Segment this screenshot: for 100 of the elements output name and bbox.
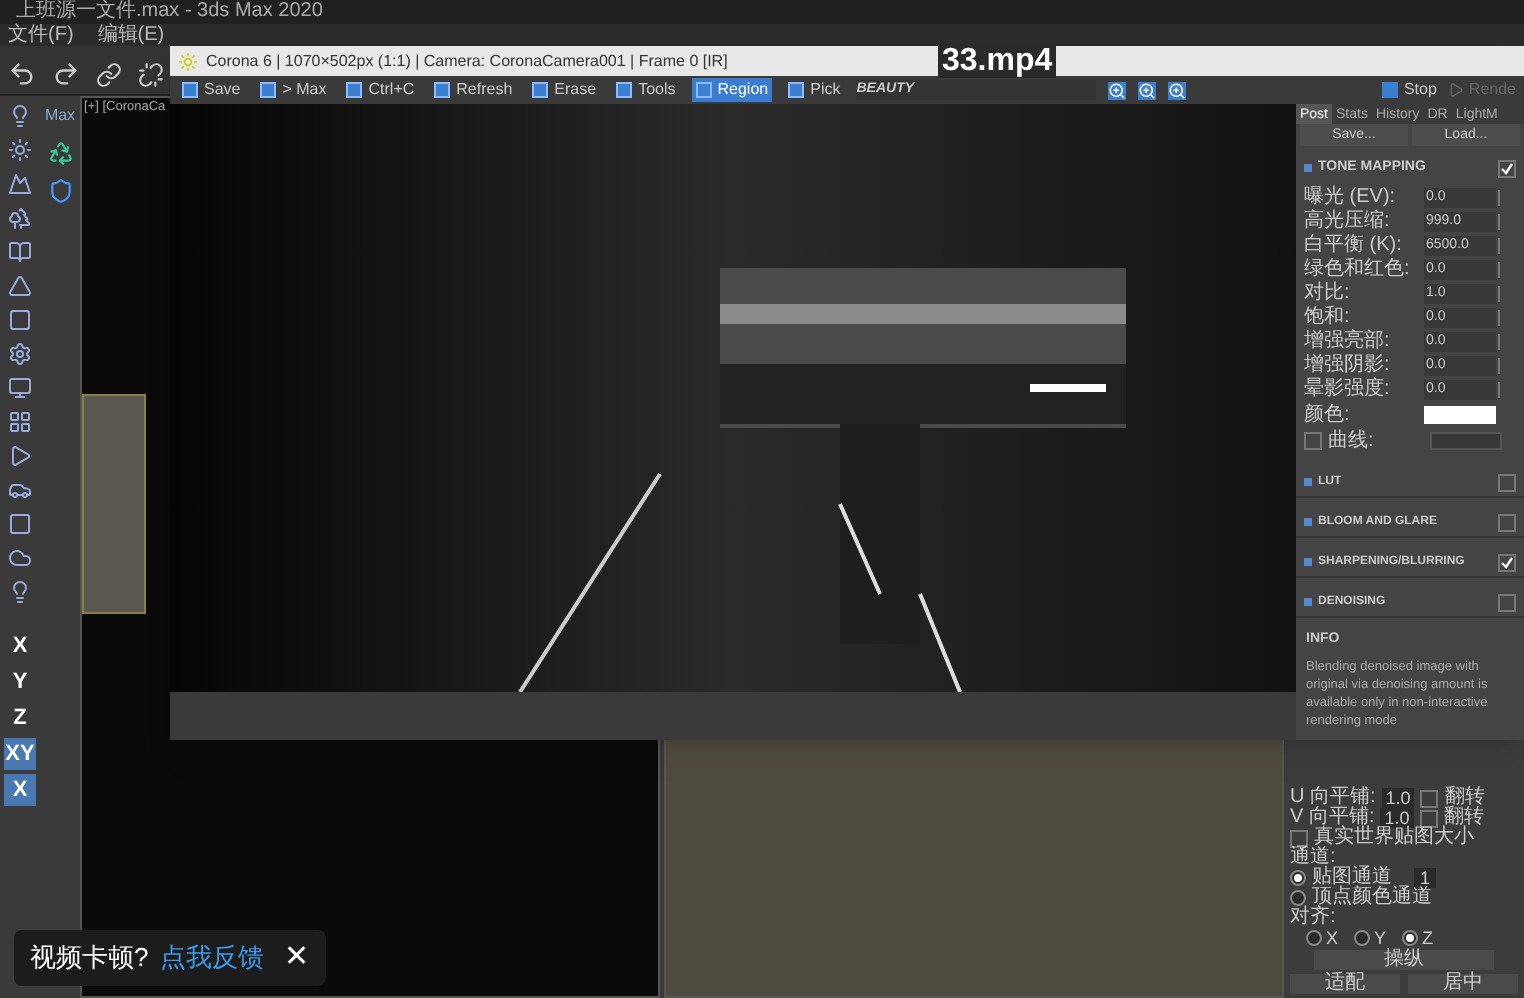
param-label: 颜色: bbox=[1304, 405, 1352, 425]
video-title: 33.mp4 bbox=[938, 46, 1057, 78]
section-marker-icon bbox=[1304, 478, 1312, 486]
zoom-icon[interactable] bbox=[1108, 81, 1127, 99]
checkbox-label: 真实世界贴图大小 bbox=[1314, 828, 1474, 848]
square-icon bbox=[346, 82, 363, 98]
axis-button[interactable]: X bbox=[4, 630, 36, 662]
grid-icon[interactable] bbox=[8, 410, 32, 434]
flip-label: 翻转 bbox=[1444, 788, 1485, 808]
param-label: 晕影强度: bbox=[1304, 380, 1392, 400]
param-label: 曝光 (EV): bbox=[1304, 188, 1398, 208]
feedback-link[interactable]: 点我反馈 bbox=[160, 938, 265, 978]
square-icon bbox=[695, 82, 712, 98]
square-icon bbox=[532, 82, 549, 98]
shield-icon[interactable] bbox=[47, 178, 73, 204]
sun-icon[interactable] bbox=[8, 138, 32, 162]
radio-label: 贴图通道 bbox=[1312, 868, 1392, 888]
section-checkbox[interactable] bbox=[1498, 473, 1516, 491]
redo-icon[interactable] bbox=[52, 60, 80, 88]
section-checkbox[interactable] bbox=[1498, 159, 1516, 178]
trees-icon[interactable] bbox=[8, 206, 32, 230]
square-icon bbox=[616, 82, 633, 98]
group-title: 通道: bbox=[1290, 848, 1336, 868]
square-icon[interactable] bbox=[8, 308, 32, 332]
menu-item[interactable]: 文件(F) bbox=[8, 25, 74, 45]
flip-checkbox[interactable] bbox=[1419, 809, 1438, 827]
group-title: 对齐: bbox=[1290, 908, 1338, 928]
square-icon bbox=[1381, 82, 1398, 98]
toolbar-button[interactable]: Tools bbox=[612, 78, 680, 102]
radio-button[interactable] bbox=[1290, 870, 1306, 886]
axis-button[interactable]: Y bbox=[4, 666, 36, 698]
param-label: 增强阴影: bbox=[1304, 356, 1392, 376]
channel-field[interactable]: 1 bbox=[1414, 868, 1437, 888]
app-icon bbox=[178, 51, 198, 71]
flip-checkbox[interactable] bbox=[1420, 789, 1439, 807]
flip-label: 翻转 bbox=[1443, 808, 1484, 828]
book-icon[interactable] bbox=[8, 240, 32, 264]
radio-button[interactable] bbox=[1402, 930, 1419, 946]
axis-button[interactable]: Z bbox=[4, 702, 36, 734]
zoom-icon[interactable] bbox=[1138, 81, 1157, 99]
curve-checkbox[interactable] bbox=[1304, 432, 1322, 450]
window-title: Corona 6 | 1070×502px (1:1) | Camera: CoronaCamera001 | Frame 0 [IR] bbox=[206, 49, 728, 73]
axis-button[interactable]: X bbox=[4, 774, 36, 806]
param-label: 高光压缩: bbox=[1304, 212, 1392, 232]
max-label[interactable]: Max bbox=[44, 104, 76, 128]
toast-text: 视频卡顿? bbox=[30, 940, 149, 977]
manipulate-button[interactable]: 操纵 bbox=[1314, 950, 1494, 970]
tiling-label: U 向平铺: bbox=[1290, 788, 1376, 808]
radio-label: 顶点颜色通道 bbox=[1312, 888, 1432, 908]
zoom-icon[interactable] bbox=[1168, 81, 1187, 99]
section-checkbox[interactable] bbox=[1498, 513, 1516, 531]
toolbar-button[interactable]: Ctrl+C bbox=[342, 78, 419, 102]
recycle-icon[interactable] bbox=[47, 140, 73, 166]
square-icon bbox=[434, 82, 451, 98]
cloud-icon[interactable] bbox=[8, 546, 32, 570]
radio-button[interactable] bbox=[1290, 890, 1306, 906]
radio-label: Y bbox=[1374, 928, 1387, 948]
car-icon[interactable] bbox=[8, 478, 32, 502]
panel-button[interactable]: 适配 bbox=[1290, 974, 1400, 994]
undo-icon[interactable] bbox=[8, 60, 36, 88]
section-checkbox[interactable] bbox=[1498, 553, 1516, 571]
gear-icon[interactable] bbox=[8, 342, 32, 366]
toolbar-button[interactable]: Refresh bbox=[430, 78, 517, 102]
close-button[interactable]: ✕ bbox=[284, 935, 311, 981]
square-icon bbox=[788, 82, 805, 98]
triangle-icon[interactable] bbox=[8, 274, 32, 298]
toolbar-button[interactable]: Region bbox=[691, 78, 773, 102]
color-swatch[interactable] bbox=[1424, 406, 1496, 424]
mountain-icon[interactable] bbox=[8, 172, 32, 196]
param-label: 绿色和红色: bbox=[1304, 260, 1412, 280]
toolbar-button[interactable]: Erase bbox=[528, 78, 601, 102]
lightbulb-icon[interactable] bbox=[8, 580, 32, 604]
tiling-field[interactable]: 1.0 bbox=[1380, 808, 1414, 828]
toolbar-button[interactable]: Save bbox=[178, 78, 245, 102]
radio-button[interactable] bbox=[1354, 930, 1371, 946]
lightbulb-icon[interactable] bbox=[8, 104, 32, 128]
toolbar-button[interactable]: Pick bbox=[784, 78, 845, 102]
monitor-icon[interactable] bbox=[8, 376, 32, 400]
param-label: 对比: bbox=[1304, 284, 1352, 304]
panel-button[interactable]: 居中 bbox=[1408, 974, 1518, 994]
param-label: 饱和: bbox=[1304, 308, 1352, 328]
section-marker-icon bbox=[1304, 598, 1312, 606]
square-icon bbox=[182, 82, 198, 98]
menu-item[interactable]: 编辑(E) bbox=[97, 25, 165, 45]
toolbar-button[interactable]: > Max bbox=[256, 78, 331, 102]
play-icon[interactable] bbox=[8, 444, 32, 468]
section-marker-icon bbox=[1304, 558, 1312, 566]
param-label: 曲线: bbox=[1328, 431, 1376, 451]
stop-button[interactable]: Stop bbox=[1381, 78, 1437, 102]
unlink-icon[interactable] bbox=[138, 62, 164, 88]
param-label: 增强亮部: bbox=[1304, 332, 1392, 352]
square-icon[interactable] bbox=[8, 512, 32, 536]
axis-button[interactable]: XY bbox=[4, 738, 36, 770]
radio-button[interactable] bbox=[1306, 930, 1322, 946]
link-icon[interactable] bbox=[96, 62, 122, 88]
play-icon bbox=[1448, 82, 1465, 98]
checkbox[interactable] bbox=[1290, 829, 1308, 847]
tiling-label: V 向平铺: bbox=[1290, 808, 1375, 828]
section-checkbox[interactable] bbox=[1498, 593, 1516, 611]
tiling-field[interactable]: 1.0 bbox=[1381, 788, 1415, 808]
